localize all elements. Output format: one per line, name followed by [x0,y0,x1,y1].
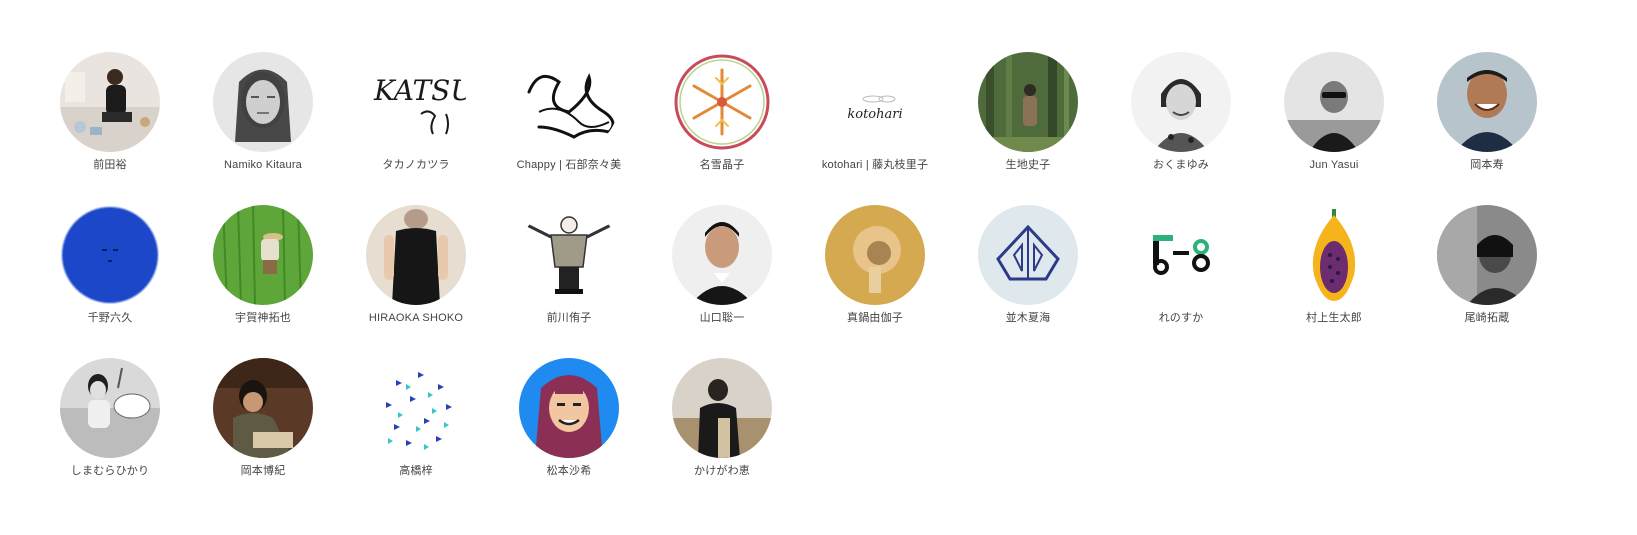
artist-card[interactable]: 松本沙希 [489,358,649,478]
artist-card[interactable]: 尾崎拓蔵 [1407,205,1567,325]
artist-avatar[interactable] [519,205,619,305]
artist-name[interactable]: 岡本寿 [1470,158,1504,172]
artist-name[interactable]: Chappy | 石部奈々美 [517,158,622,172]
artist-avatar[interactable] [213,52,313,152]
artist-avatar[interactable] [519,358,619,458]
artist-name[interactable]: おくまゆみ [1153,158,1209,172]
artist-card[interactable]: しまむらひかり [30,358,190,478]
artist-card[interactable]: 山口聡一 [642,205,802,325]
artist-logo-text: kotohari [847,107,902,122]
artist-avatar[interactable] [672,205,772,305]
artist-card[interactable]: かけがわ恵 [642,358,802,478]
artist-name[interactable]: 生地史子 [1006,158,1051,172]
artist-card[interactable]: 真鍋由伽子 [795,205,955,325]
artist-grid: 前田裕 Namiko Kitaura KATSU タカノカツラ Chappy |… [0,0,1637,535]
artist-avatar[interactable] [366,205,466,305]
artist-card[interactable]: 並木夏海 [948,205,1108,325]
artist-card[interactable]: HIRAOKA SHOKO [336,205,496,325]
artist-name[interactable]: 千野六久 [88,311,133,325]
artist-card[interactable]: 名雪晶子 [642,52,802,172]
artist-avatar[interactable] [60,52,160,152]
artist-card[interactable]: おくまゆみ [1101,52,1261,172]
artist-name[interactable]: 宇賀神拓也 [235,311,291,325]
artist-card[interactable]: 千野六久 [30,205,190,325]
artist-name[interactable]: HIRAOKA SHOKO [369,311,463,325]
artist-name[interactable]: 山口聡一 [700,311,745,325]
artist-logo-text: KATSU [373,74,466,107]
artist-avatar[interactable] [978,205,1078,305]
artist-name[interactable]: Namiko Kitaura [224,158,302,172]
artist-name[interactable]: Jun Yasui [1309,158,1358,172]
artist-name[interactable]: タカノカツラ [382,158,449,172]
artist-name[interactable]: 前川侑子 [547,311,592,325]
artist-card[interactable]: KATSU タカノカツラ [336,52,496,172]
artist-name[interactable]: 真鍋由伽子 [847,311,903,325]
artist-avatar[interactable] [1131,52,1231,152]
artist-avatar[interactable] [978,52,1078,152]
artist-card[interactable]: 前田裕 [30,52,190,172]
artist-avatar[interactable]: KATSU [366,52,466,152]
artist-name[interactable]: 尾崎拓蔵 [1465,311,1510,325]
artist-card[interactable]: れのすか [1101,205,1261,325]
artist-avatar[interactable] [1437,205,1537,305]
artist-card[interactable]: 生地史子 [948,52,1108,172]
artist-name[interactable]: 並木夏海 [1006,311,1051,325]
artist-avatar[interactable] [1437,52,1537,152]
artist-card[interactable]: Chappy | 石部奈々美 [489,52,649,172]
artist-card[interactable]: kotohari kotohari | 藤丸枝里子 [795,52,955,172]
artist-name[interactable]: kotohari | 藤丸枝里子 [822,158,928,172]
artist-avatar[interactable] [60,205,160,305]
artist-card[interactable]: 村上生太郎 [1254,205,1414,325]
artist-name[interactable]: 岡本博紀 [241,464,286,478]
artist-card[interactable]: 宇賀神拓也 [183,205,343,325]
artist-name[interactable]: 村上生太郎 [1306,311,1362,325]
artist-name[interactable]: 高橋梓 [399,464,433,478]
artist-avatar[interactable] [672,358,772,458]
artist-avatar[interactable] [519,52,619,152]
artist-name[interactable]: かけがわ恵 [694,464,750,478]
artist-card[interactable]: 岡本博紀 [183,358,343,478]
artist-name[interactable]: 松本沙希 [547,464,592,478]
artist-card[interactable]: Jun Yasui [1254,52,1414,172]
artist-card[interactable]: 岡本寿 [1407,52,1567,172]
artist-avatar[interactable]: kotohari [825,52,925,152]
artist-card[interactable]: 高橋梓 [336,358,496,478]
artist-avatar[interactable] [825,205,925,305]
artist-card[interactable]: Namiko Kitaura [183,52,343,172]
artist-name[interactable]: 名雪晶子 [700,158,745,172]
artist-avatar[interactable] [366,358,466,458]
artist-name[interactable]: しまむらひかり [71,464,149,478]
artist-name[interactable]: 前田裕 [93,158,127,172]
artist-avatar[interactable] [60,358,160,458]
artist-avatar[interactable] [1131,205,1231,305]
artist-avatar[interactable] [1284,205,1384,305]
artist-avatar[interactable] [213,205,313,305]
artist-avatar[interactable] [672,52,772,152]
artist-avatar[interactable] [1284,52,1384,152]
artist-name[interactable]: れのすか [1159,311,1204,325]
artist-card[interactable]: 前川侑子 [489,205,649,325]
artist-avatar[interactable] [213,358,313,458]
